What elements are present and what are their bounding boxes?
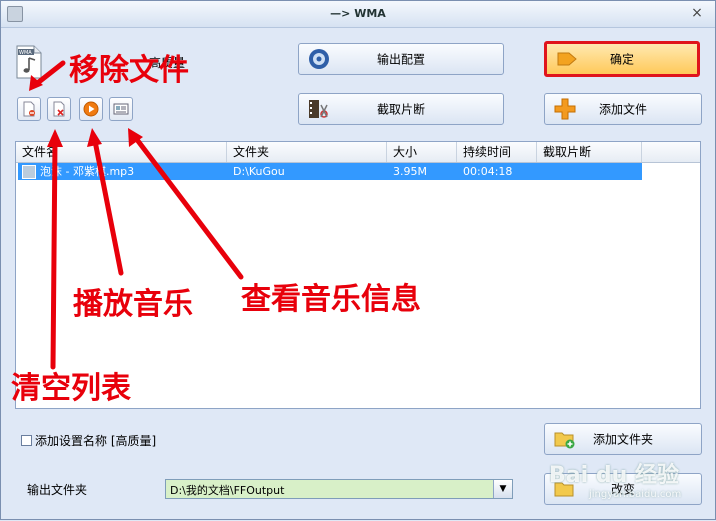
play-icon — [83, 101, 99, 117]
remove-file-icon — [23, 101, 35, 117]
output-config-button[interactable]: 输出配置 — [298, 43, 504, 75]
annotation-remove-file: 移除文件 — [69, 53, 189, 88]
column-header-duration[interactable]: 持续时间 — [457, 142, 537, 162]
wma-file-icon: WMA — [15, 45, 43, 79]
clear-list-icon — [53, 101, 65, 117]
music-info-button[interactable] — [109, 97, 133, 121]
add-setting-name-label: 添加设置名称 [高质量] — [35, 434, 157, 448]
column-header-folder[interactable]: 文件夹 — [227, 142, 387, 162]
add-folder-label: 添加文件夹 — [592, 432, 653, 447]
clip-button[interactable]: 截取片断 — [298, 93, 504, 125]
title-bar: —> WMA × — [1, 1, 715, 28]
table-header: 文件名 文件夹 大小 持续时间 截取片断 — [16, 142, 700, 163]
column-header-filename[interactable]: 文件名 — [16, 142, 227, 162]
play-music-button[interactable] — [79, 97, 103, 121]
cell-size: 3.95M — [393, 165, 427, 178]
cell-folder: D:\KuGou — [233, 165, 285, 178]
ok-label: 确定 — [609, 52, 634, 67]
annotation-play-music: 播放音乐 — [73, 287, 193, 322]
output-folder-select[interactable]: D:\我的文档\FFOutput ▼ — [165, 479, 513, 499]
remove-file-button[interactable] — [17, 97, 41, 121]
table-row[interactable]: 泡沫 - 邓紫棋.mp3 D:\KuGou 3.95M 00:04:18 — [18, 163, 642, 180]
column-header-clip[interactable]: 截取片断 — [537, 142, 642, 162]
output-config-label: 输出配置 — [376, 52, 425, 67]
output-folder-label: 输出文件夹 — [27, 483, 88, 497]
close-button[interactable]: × — [689, 5, 705, 21]
add-setting-name-checkbox[interactable] — [21, 435, 32, 446]
converter-window: —> WMA × WMA 高质量 输出配置 确定 截取片断 添加文件 文件名 文… — [0, 0, 716, 520]
cell-duration: 00:04:18 — [463, 165, 513, 178]
output-folder-value: D:\我的文档\FFOutput — [170, 484, 285, 497]
watermark-url: jingyan.baidu.com — [589, 489, 682, 500]
clear-list-button[interactable] — [47, 97, 71, 121]
svg-text:WMA: WMA — [19, 50, 32, 56]
info-card-icon — [113, 103, 129, 115]
add-folder-button[interactable]: 添加文件夹 — [544, 423, 702, 455]
add-file-button[interactable]: 添加文件 — [544, 93, 702, 125]
add-file-label: 添加文件 — [598, 102, 647, 117]
annotation-view-info: 查看音乐信息 — [241, 282, 421, 317]
ok-button[interactable]: 确定 — [544, 41, 700, 77]
annotation-clear-list: 清空列表 — [11, 371, 131, 406]
column-header-size[interactable]: 大小 — [387, 142, 457, 162]
window-title: —> WMA — [330, 7, 386, 20]
watermark-text: Bai du 经验 — [549, 463, 679, 488]
clip-label: 截取片断 — [376, 102, 425, 117]
cell-clip — [537, 163, 642, 180]
cell-filename: 泡沫 - 邓紫棋.mp3 — [40, 165, 135, 178]
chevron-down-icon[interactable]: ▼ — [493, 480, 512, 498]
